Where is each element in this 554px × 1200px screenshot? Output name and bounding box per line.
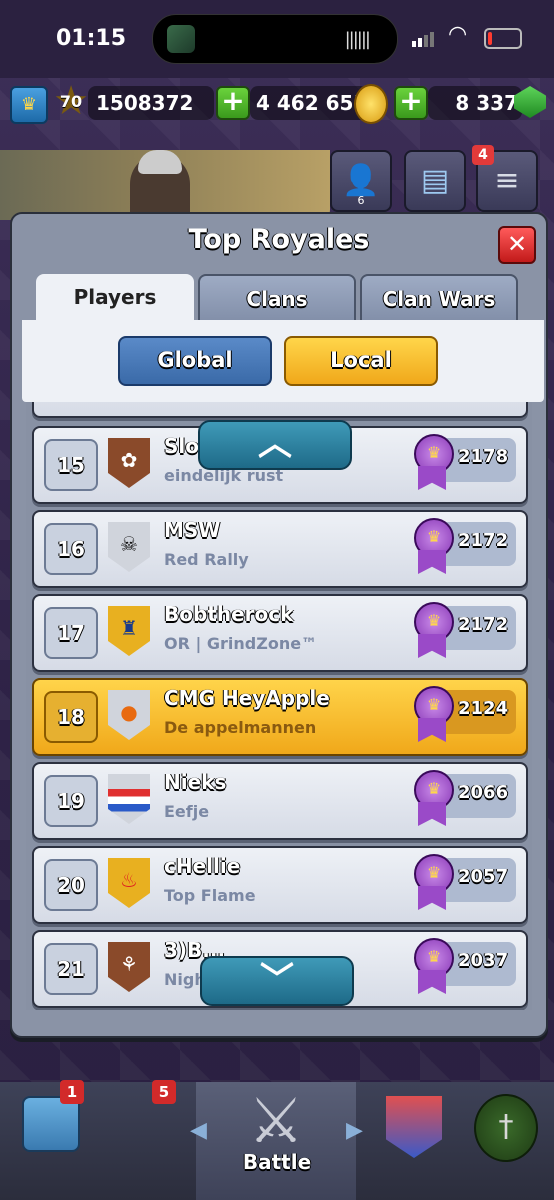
peach-icon: ● bbox=[108, 690, 150, 740]
battery-icon bbox=[484, 28, 522, 49]
gold-coin-icon bbox=[354, 84, 388, 124]
scroll-up-button[interactable]: ︿ bbox=[198, 420, 352, 470]
trophy-count: 2172 bbox=[458, 614, 509, 635]
close-icon: ✕ bbox=[506, 230, 528, 258]
cards-badge: 5 bbox=[152, 1080, 176, 1104]
people-icon: 👤 bbox=[342, 163, 380, 198]
news-button[interactable]: ▤ bbox=[404, 150, 466, 212]
local-filter-button[interactable]: Local bbox=[284, 336, 438, 386]
hamburger-icon: ≡ bbox=[494, 163, 520, 198]
add-gold-button[interactable]: + bbox=[216, 86, 250, 120]
battle-label: Battle bbox=[242, 1150, 312, 1174]
crossed-swords-icon: ⚔ bbox=[248, 1084, 304, 1157]
crown-icon[interactable]: ♛ bbox=[10, 86, 48, 124]
clan-name: OR | GrindZone™ bbox=[164, 634, 318, 653]
level-star-icon: ★ 70 bbox=[53, 78, 89, 124]
medal-ribbon bbox=[418, 634, 446, 658]
trophy-value: 1508372 bbox=[96, 91, 194, 115]
table-row[interactable]: 20 ♨ cHellie Top Flame ♛ 2057 bbox=[32, 846, 528, 924]
newspaper-icon: ▤ bbox=[420, 163, 450, 198]
trophy-count: 2057 bbox=[458, 866, 509, 887]
flag-icon bbox=[108, 774, 150, 824]
skull-icon: ☠ bbox=[108, 522, 150, 572]
trophy-count: 2037 bbox=[458, 950, 509, 971]
bottom-navigation: 1 5 ⚔ † bbox=[0, 1080, 554, 1200]
trophy-count: 2178 bbox=[458, 446, 509, 467]
rank-number: 21 bbox=[44, 943, 98, 995]
now-playing-thumbnail bbox=[167, 25, 195, 53]
table-row-current-player[interactable]: 18 ● CMG HeyApple De appelmannen ♛ 2124 bbox=[32, 678, 528, 756]
hero-hair bbox=[138, 150, 182, 174]
rank-number: 20 bbox=[44, 859, 98, 911]
level-value: 70 bbox=[59, 92, 83, 111]
gems-counter: 8 337 bbox=[428, 86, 522, 120]
gold-counter: 4 462 655 bbox=[250, 86, 368, 120]
close-button[interactable]: ✕ bbox=[498, 226, 536, 264]
leaderboard-list[interactable]: 15 ✿ Slow eindelijk rust ♛ 2178 16 ☠ MSW… bbox=[26, 402, 532, 1010]
tab-players[interactable]: Players bbox=[36, 274, 194, 324]
clan-name: Top Flame bbox=[164, 886, 256, 905]
bamboo-icon: ⚘ bbox=[108, 942, 150, 992]
clock: 01:15 bbox=[56, 26, 127, 51]
rank-number: 16 bbox=[44, 523, 98, 575]
wifi-icon: ◠ bbox=[448, 22, 468, 47]
scroll-down-button[interactable]: ﹀ bbox=[200, 956, 354, 1006]
tower-icon: ♜ bbox=[108, 606, 150, 656]
gold-value: 4 462 655 bbox=[256, 91, 368, 115]
nav-battle[interactable]: ⚔ bbox=[196, 1082, 356, 1200]
status-bar: 01:15 |||||| ◠ bbox=[0, 0, 554, 78]
menu-notification-badge: 4 bbox=[472, 145, 494, 165]
player-name: CMG HeyApple bbox=[164, 686, 330, 710]
rank-number: 17 bbox=[44, 607, 98, 659]
table-row[interactable] bbox=[32, 402, 528, 418]
clan-shield-icon bbox=[386, 1096, 442, 1158]
social-button[interactable]: 👤 6 bbox=[330, 150, 392, 212]
flame-icon: ♨ bbox=[108, 858, 150, 908]
chevron-down-icon: ﹀ bbox=[260, 960, 294, 1000]
nav-right-arrow-icon[interactable]: ▶ bbox=[346, 1118, 363, 1143]
rank-number: 18 bbox=[44, 691, 98, 743]
panel-title: Top Royales bbox=[188, 224, 370, 255]
filter-area: Global Local bbox=[22, 320, 544, 402]
nav-left-arrow-icon[interactable]: ◀ bbox=[190, 1118, 207, 1143]
player-name: MSW bbox=[164, 518, 221, 542]
chest-icon bbox=[22, 1096, 80, 1152]
medal-ribbon bbox=[418, 718, 446, 742]
shop-badge: 1 bbox=[60, 1080, 84, 1104]
table-row[interactable]: 19 Nieks Eefje ♛ 2066 bbox=[32, 762, 528, 840]
chevron-up-icon: ︿ bbox=[258, 424, 292, 464]
clan-name: Red Rally bbox=[164, 550, 249, 569]
medal-ribbon bbox=[418, 802, 446, 826]
trophy-counter: 1508372 bbox=[88, 86, 214, 120]
audio-wave-icon: |||||| bbox=[344, 29, 371, 50]
player-name: Nieks bbox=[164, 770, 227, 794]
trophy-count: 2172 bbox=[458, 530, 509, 551]
signal-icon bbox=[412, 28, 436, 47]
global-filter-button[interactable]: Global bbox=[118, 336, 272, 386]
add-gems-button[interactable]: + bbox=[394, 86, 428, 120]
player-name: Bobtherock bbox=[164, 602, 294, 626]
lotus-icon: ✿ bbox=[108, 438, 150, 488]
tab-clan-wars[interactable]: Clan Wars bbox=[360, 274, 518, 326]
table-row[interactable]: 17 ♜ Bobtherock OR | GrindZone™ ♛ 2172 bbox=[32, 594, 528, 672]
gems-value: 8 337 bbox=[455, 91, 518, 115]
medal-ribbon bbox=[418, 970, 446, 994]
rank-number: 15 bbox=[44, 439, 98, 491]
medal-ribbon bbox=[418, 550, 446, 574]
table-row[interactable]: 16 ☠ MSW Red Rally ♛ 2172 bbox=[32, 510, 528, 588]
medal-ribbon bbox=[418, 466, 446, 490]
clan-name: De appelmannen bbox=[164, 718, 317, 737]
medal-ribbon bbox=[418, 886, 446, 910]
player-name: cHellie bbox=[164, 854, 241, 878]
trophy-count: 2066 bbox=[458, 782, 509, 803]
dynamic-island: |||||| bbox=[152, 14, 398, 64]
trophy-count: 2124 bbox=[458, 698, 509, 719]
social-count: 6 bbox=[357, 194, 365, 207]
tab-clans[interactable]: Clans bbox=[198, 274, 356, 326]
top-royales-panel: Top Royales ✕ Players Clans Clan Wars Gl… bbox=[10, 212, 548, 1038]
event-banner[interactable] bbox=[0, 150, 330, 220]
clan-name: Eefje bbox=[164, 802, 210, 821]
rank-number: 19 bbox=[44, 775, 98, 827]
